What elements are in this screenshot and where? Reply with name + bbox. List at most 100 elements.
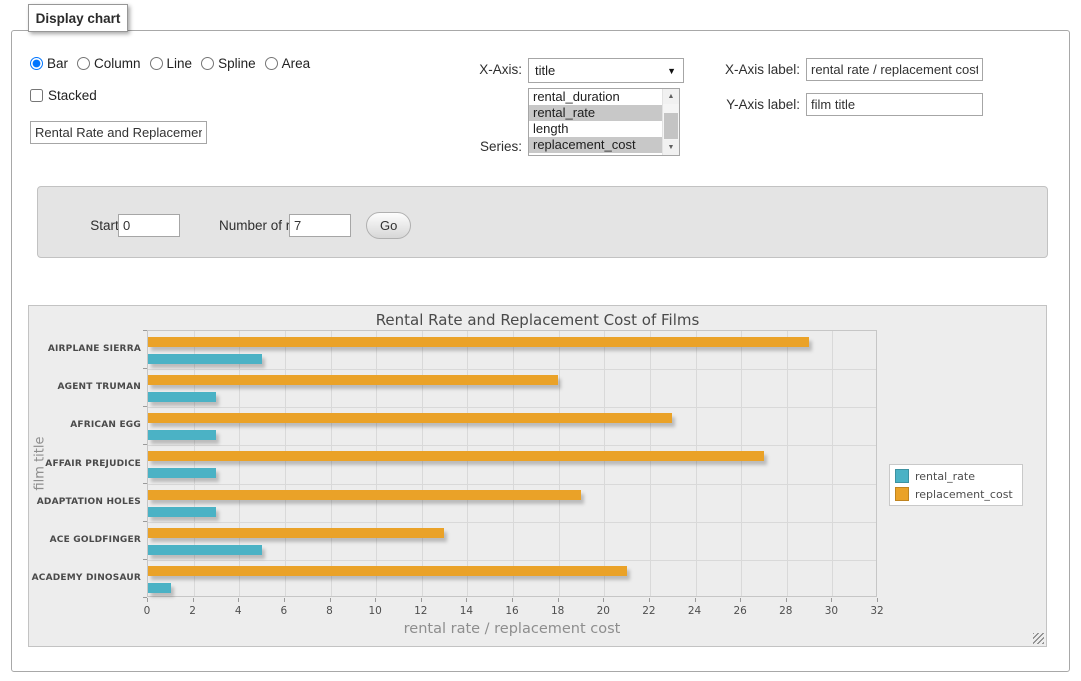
- stacked-checkbox[interactable]: [30, 89, 43, 102]
- legend-label: replacement_cost: [915, 488, 1013, 501]
- chart-container: Rental Rate and Replacement Cost of Film…: [28, 305, 1047, 647]
- x-axis-tick-label: 24: [680, 605, 710, 617]
- x-axis-tick-label: 18: [543, 605, 573, 617]
- category-label: AIRPLANE SIERRA: [29, 344, 141, 354]
- chart-type-radio-area[interactable]: [265, 57, 278, 70]
- grid-line-horizontal: [148, 560, 876, 561]
- legend-swatch-replacement_cost: [895, 487, 909, 501]
- chart-type-radio-spline[interactable]: [201, 57, 214, 70]
- y-axis-tick-mark: [143, 330, 147, 331]
- chart-type-option-label: Spline: [218, 56, 256, 71]
- x-axis-tick-label: 10: [360, 605, 390, 617]
- y-axis-tick-mark: [143, 406, 147, 407]
- scroll-down-icon[interactable]: ▼: [663, 140, 679, 155]
- category-label: ACE GOLDFINGER: [29, 535, 141, 545]
- grid-line-horizontal: [148, 369, 876, 370]
- x-axis-select[interactable]: title ▼: [528, 58, 684, 83]
- x-axis-tick-label: 4: [223, 605, 253, 617]
- x-axis-tick-mark: [466, 598, 467, 602]
- row-range-panel: Start row: Number of rows: Go: [37, 186, 1048, 258]
- chart-type-option-column[interactable]: Column: [77, 56, 141, 71]
- x-axis-label-field-label: X-Axis label:: [676, 62, 800, 77]
- series-listbox[interactable]: rental_durationrental_ratelengthreplacem…: [528, 88, 680, 156]
- x-axis-label-input[interactable]: [806, 58, 983, 81]
- chart-type-option-label: Column: [94, 56, 141, 71]
- resize-handle-icon[interactable]: [1033, 633, 1044, 644]
- x-axis-tick-label: 20: [588, 605, 618, 617]
- bar-rental_rate-african-egg: [148, 430, 216, 440]
- grid-line-vertical: [787, 331, 788, 596]
- series-option-rental_duration[interactable]: rental_duration: [529, 89, 662, 105]
- x-axis-tick-label: 16: [497, 605, 527, 617]
- grid-line-vertical: [696, 331, 697, 596]
- bar-rental_rate-academy-dinosaur: [148, 583, 171, 593]
- bar-replacement_cost-academy-dinosaur: [148, 566, 627, 576]
- x-axis-tick-mark: [558, 598, 559, 602]
- grid-line-horizontal: [148, 445, 876, 446]
- x-axis-select-label: X-Axis:: [420, 62, 522, 77]
- x-axis-tick-label: 30: [816, 605, 846, 617]
- x-axis-tick-label: 32: [862, 605, 892, 617]
- chart-type-radio-bar[interactable]: [30, 57, 43, 70]
- chart-x-axis-title: rental rate / replacement cost: [147, 621, 877, 637]
- grid-line-horizontal: [148, 407, 876, 408]
- number-of-rows-input[interactable]: [289, 214, 351, 237]
- grid-line-vertical: [467, 331, 468, 596]
- x-axis-tick-label: 12: [406, 605, 436, 617]
- grid-line-vertical: [194, 331, 195, 596]
- x-axis-tick-label: 8: [315, 605, 345, 617]
- legend-label: rental_rate: [915, 470, 975, 483]
- category-label: AFRICAN EGG: [29, 420, 141, 430]
- bar-replacement_cost-african-egg: [148, 413, 672, 423]
- x-axis-tick-mark: [831, 598, 832, 602]
- legend-item-rental_rate: rental_rate: [895, 469, 1013, 483]
- y-axis-label-input[interactable]: [806, 93, 983, 116]
- grid-line-horizontal: [148, 484, 876, 485]
- chart-type-option-label: Bar: [47, 56, 68, 71]
- y-axis-tick-mark: [143, 368, 147, 369]
- display-chart-page: Display chart Bar Column Line Spline Area St…: [0, 0, 1081, 681]
- category-label: AGENT TRUMAN: [29, 382, 141, 392]
- chart-type-option-line[interactable]: Line: [150, 56, 193, 71]
- stacked-label: Stacked: [48, 88, 97, 103]
- fieldset-legend-title: Display chart: [28, 4, 128, 32]
- chart-type-option-area[interactable]: Area: [265, 56, 311, 71]
- chart-type-option-spline[interactable]: Spline: [201, 56, 256, 71]
- grid-line-vertical: [239, 331, 240, 596]
- chart-title-input[interactable]: [30, 121, 207, 144]
- bar-rental_rate-airplane-sierra: [148, 354, 262, 364]
- x-axis-tick-mark: [193, 598, 194, 602]
- scrollbar-thumb[interactable]: [664, 113, 678, 139]
- x-axis-tick-mark: [284, 598, 285, 602]
- chart-type-radio-column[interactable]: [77, 57, 90, 70]
- x-axis-tick-label: 0: [132, 605, 162, 617]
- category-label: AFFAIR PREJUDICE: [29, 459, 141, 469]
- series-option-rental_rate[interactable]: rental_rate: [529, 105, 662, 121]
- x-axis-tick-mark: [375, 598, 376, 602]
- series-option-replacement_cost[interactable]: replacement_cost: [529, 137, 662, 153]
- grid-line-vertical: [741, 331, 742, 596]
- grid-line-vertical: [285, 331, 286, 596]
- y-axis-tick-mark: [143, 521, 147, 522]
- y-axis-tick-mark: [143, 444, 147, 445]
- x-axis-tick-mark: [238, 598, 239, 602]
- series-option-length[interactable]: length: [529, 121, 662, 137]
- grid-line-vertical: [604, 331, 605, 596]
- x-axis-tick-mark: [877, 598, 878, 602]
- bar-rental_rate-agent-truman: [148, 392, 216, 402]
- y-axis-tick-mark: [143, 483, 147, 484]
- x-axis-tick-mark: [786, 598, 787, 602]
- go-button[interactable]: Go: [366, 212, 411, 239]
- bar-replacement_cost-affair-prejudice: [148, 451, 764, 461]
- chart-type-option-bar[interactable]: Bar: [30, 56, 68, 71]
- x-axis-tick-label: 28: [771, 605, 801, 617]
- x-axis-tick-mark: [603, 598, 604, 602]
- bar-replacement_cost-airplane-sierra: [148, 337, 809, 347]
- stacked-checkbox-row[interactable]: Stacked: [30, 88, 97, 103]
- x-axis-tick-mark: [512, 598, 513, 602]
- x-axis-tick-label: 26: [725, 605, 755, 617]
- start-row-input[interactable]: [118, 214, 180, 237]
- x-axis-tick-mark: [649, 598, 650, 602]
- chart-type-radio-line[interactable]: [150, 57, 163, 70]
- x-axis-selected-value: title: [529, 63, 667, 78]
